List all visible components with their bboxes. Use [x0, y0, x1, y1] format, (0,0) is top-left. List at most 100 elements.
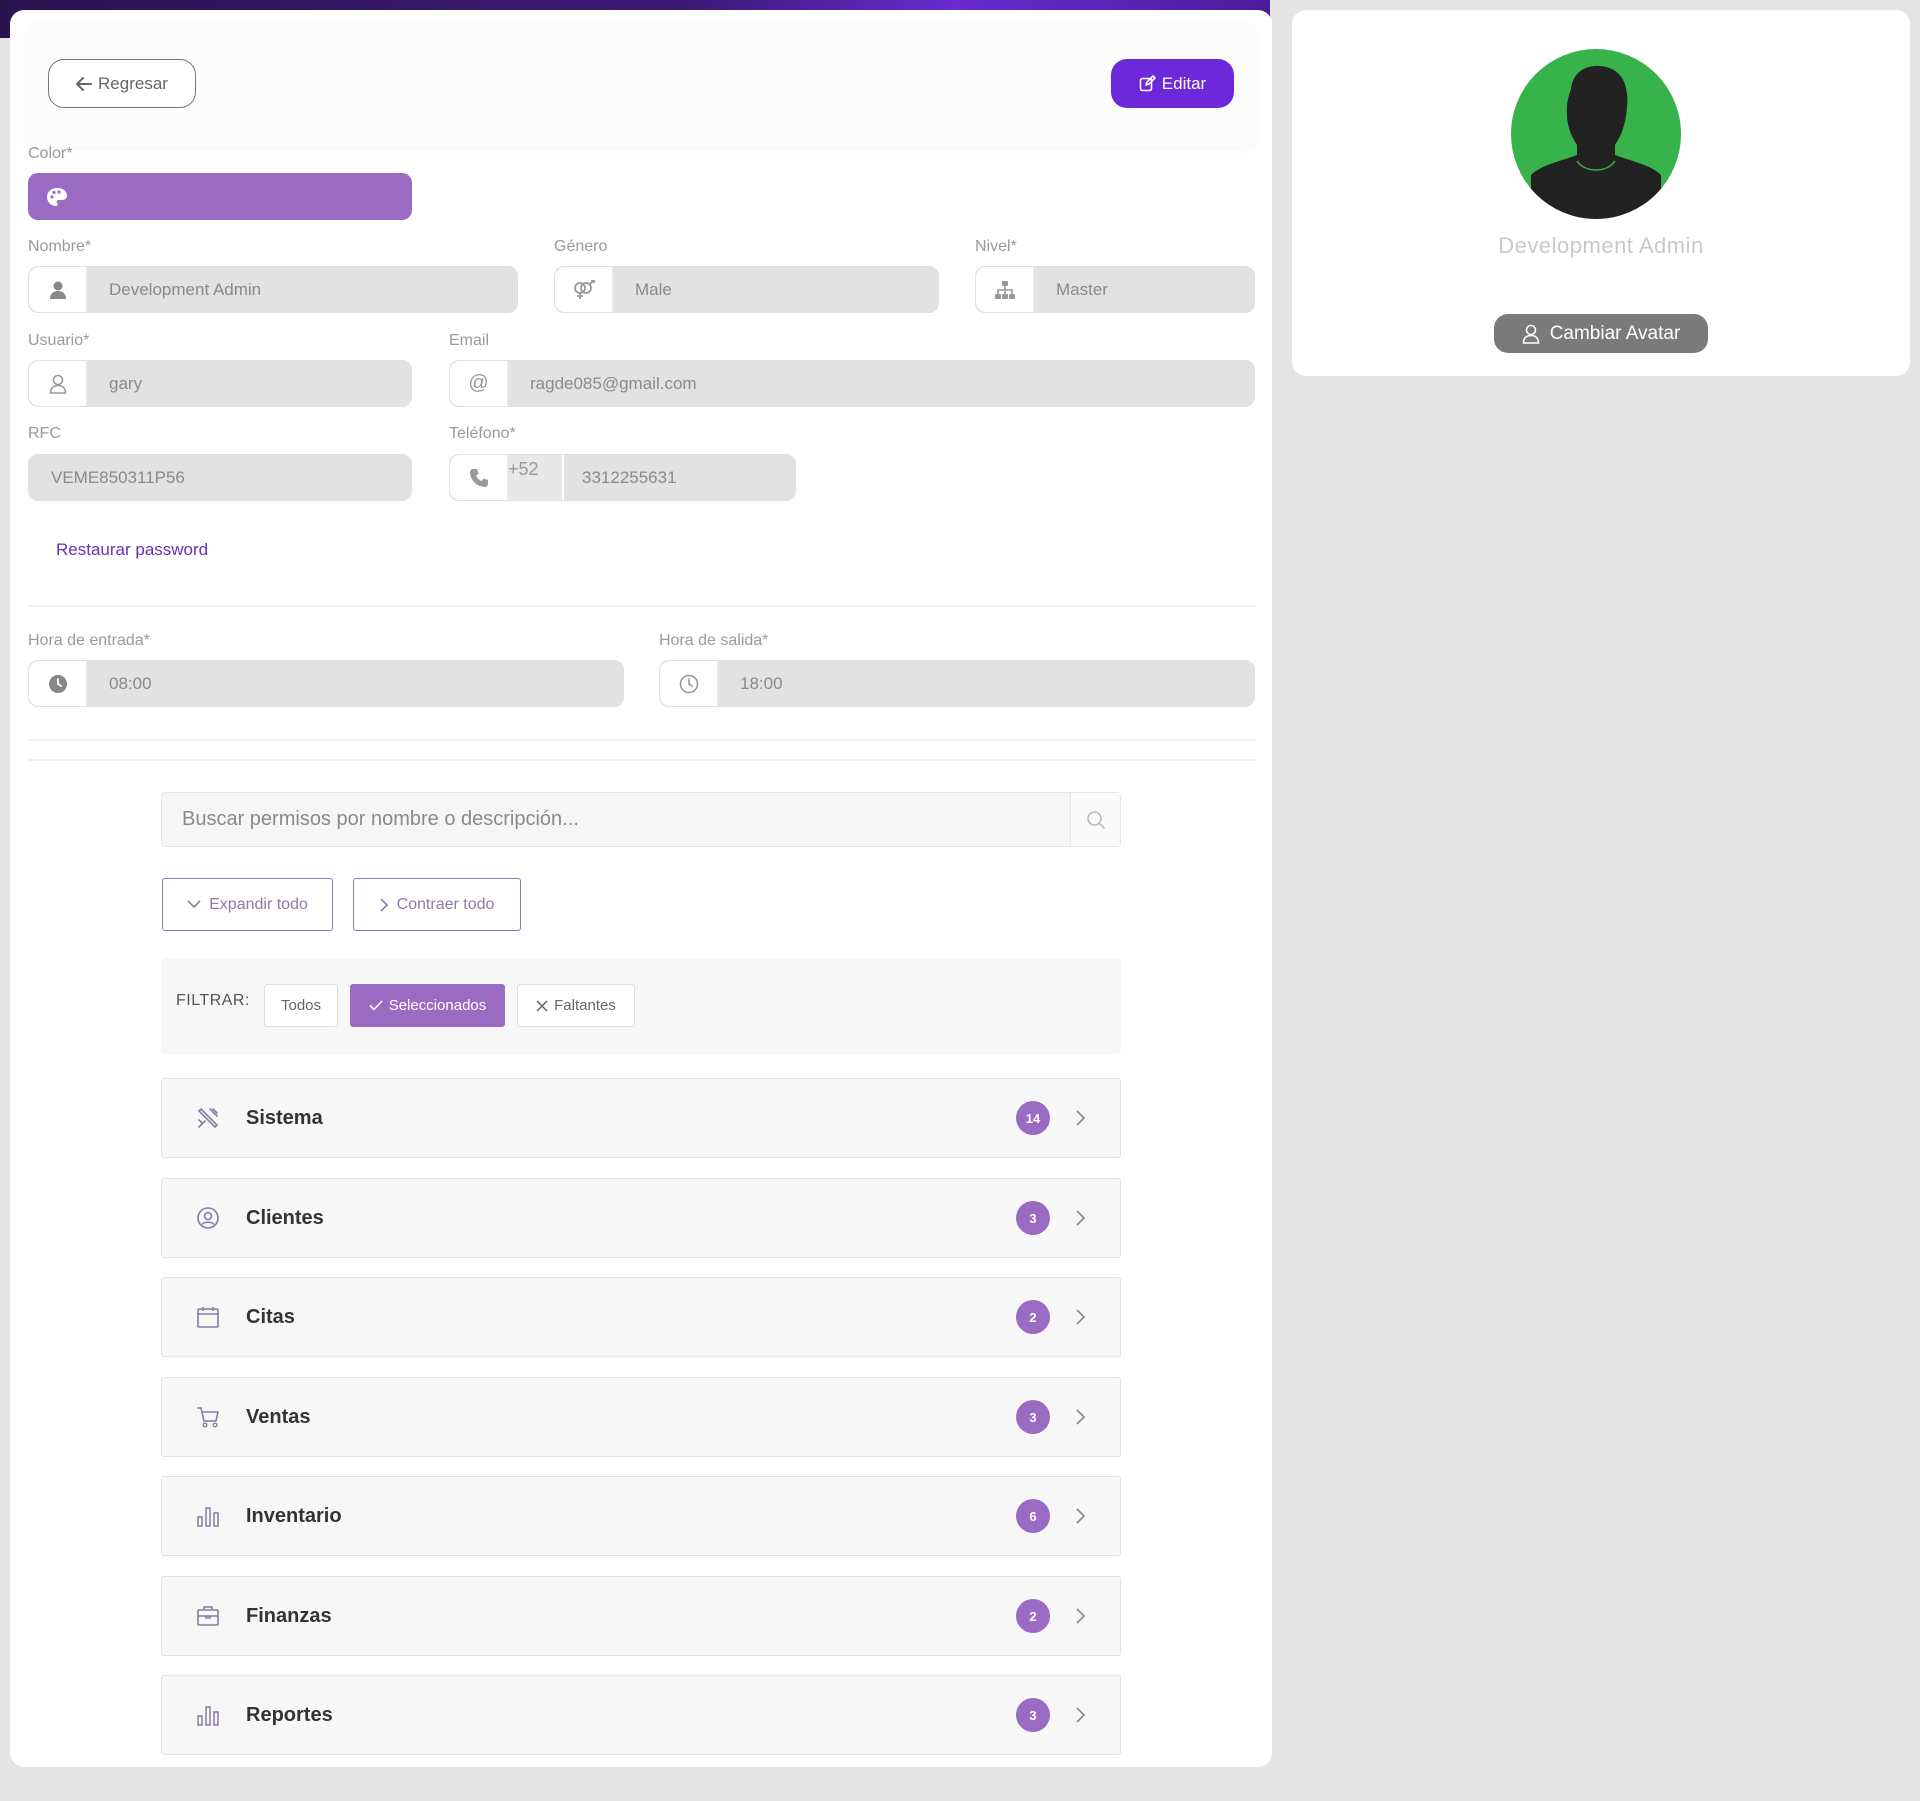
bar-chart-icon — [197, 1706, 219, 1726]
usuario-label: Usuario* — [28, 332, 90, 349]
chevron-right-icon — [380, 897, 388, 912]
user-outline-icon — [1522, 324, 1539, 344]
telefono-label: Teléfono* — [449, 425, 516, 442]
permission-group-clientes[interactable]: Clientes 3 — [161, 1178, 1121, 1258]
form-header — [26, 22, 1256, 146]
briefcase-icon — [197, 1606, 219, 1626]
filter-all-label: Todos — [280, 997, 322, 1014]
at-icon: @ — [468, 372, 489, 394]
permission-group-citas[interactable]: Citas 2 — [161, 1277, 1121, 1357]
telefono-field[interactable]: +52 3312255631 — [449, 454, 796, 501]
nivel-value: Master — [1056, 279, 1108, 299]
group-count-badge: 6 — [1016, 1499, 1050, 1533]
search-input[interactable]: Buscar permisos por nombre o descripción… — [162, 808, 1070, 831]
group-count-badge: 3 — [1016, 1400, 1050, 1434]
hora-salida-value: 18:00 — [740, 673, 783, 693]
palette-icon — [47, 187, 67, 206]
filter-missing-button[interactable]: Faltantes — [517, 984, 635, 1027]
bar-chart-icon — [197, 1507, 219, 1527]
chevron-right-icon — [1076, 1409, 1086, 1425]
filter-all-button[interactable]: Todos — [264, 984, 338, 1027]
hora-salida-field[interactable]: 18:00 — [659, 660, 1255, 707]
hora-entrada-field[interactable]: 08:00 — [28, 660, 624, 707]
genero-value: Male — [635, 279, 672, 299]
divider — [28, 739, 1256, 741]
edit-button[interactable]: Editar — [1111, 59, 1234, 108]
filter-selected-label: Seleccionados — [388, 997, 487, 1014]
chevron-right-icon — [1076, 1210, 1086, 1226]
telefono-value: 3312255631 — [582, 467, 677, 487]
group-count-badge: 3 — [1016, 1201, 1050, 1235]
filter-label: FILTRAR: — [176, 992, 250, 1009]
group-count-badge: 2 — [1016, 1300, 1050, 1334]
genero-field[interactable]: Male — [554, 266, 939, 313]
nombre-label: Nombre* — [28, 238, 92, 255]
check-icon — [369, 1000, 383, 1011]
permission-group-sistema[interactable]: Sistema 14 — [161, 1078, 1121, 1158]
group-name: Finanzas — [246, 1604, 332, 1627]
group-name: Sistema — [246, 1106, 323, 1129]
profile-name: Development Admin — [1498, 233, 1704, 258]
color-picker[interactable] — [28, 173, 412, 220]
hora-entrada-value: 08:00 — [109, 673, 152, 693]
nombre-field[interactable]: Development Admin — [28, 266, 518, 313]
hora-salida-label: Hora de salida* — [659, 632, 769, 649]
divider — [28, 759, 1256, 761]
close-icon — [536, 999, 548, 1012]
chevron-right-icon — [1076, 1508, 1086, 1524]
expand-all-button[interactable]: Expandir todo — [162, 878, 333, 931]
filter-missing-label: Faltantes — [554, 997, 616, 1014]
rfc-label: RFC — [28, 425, 61, 442]
user-outline-icon — [49, 374, 66, 394]
permission-group-reportes[interactable]: Reportes 3 — [161, 1675, 1121, 1755]
permission-group-inventario[interactable]: Inventario 6 — [161, 1476, 1121, 1556]
back-button[interactable]: Regresar — [48, 59, 196, 108]
usuario-field[interactable]: gary — [28, 360, 412, 407]
filter-selected-button[interactable]: Seleccionados — [350, 984, 505, 1027]
back-button-label: Regresar — [98, 73, 168, 93]
group-count-badge: 14 — [1016, 1101, 1050, 1135]
permission-group-ventas[interactable]: Ventas 3 — [161, 1377, 1121, 1457]
search-icon — [1086, 810, 1105, 829]
phone-icon — [469, 468, 488, 487]
search-button[interactable] — [1070, 793, 1120, 846]
user-circle-icon — [197, 1207, 219, 1229]
rfc-value: VEME850311P56 — [51, 467, 185, 487]
chevron-right-icon — [1076, 1707, 1086, 1723]
tools-icon — [197, 1107, 219, 1129]
group-name: Clientes — [246, 1206, 324, 1229]
group-name: Citas — [246, 1305, 295, 1328]
edit-icon — [1139, 75, 1156, 92]
user-silhouette-icon — [1531, 65, 1661, 219]
reset-password-link[interactable]: Restaurar password — [56, 540, 208, 560]
permission-group-finanzas[interactable]: Finanzas 2 — [161, 1576, 1121, 1656]
group-count-badge: 2 — [1016, 1599, 1050, 1633]
chevron-down-icon — [187, 900, 201, 909]
avatar — [1511, 49, 1681, 219]
cart-icon — [197, 1407, 219, 1428]
nivel-label: Nivel* — [975, 238, 1017, 255]
chevron-right-icon — [1076, 1309, 1086, 1325]
chevron-right-icon — [1076, 1110, 1086, 1126]
gender-icon — [573, 279, 595, 299]
rfc-field[interactable]: VEME850311P56 — [28, 454, 412, 501]
collapse-all-label: Contraer todo — [396, 895, 495, 913]
clock-filled-icon — [48, 674, 67, 693]
group-name: Reportes — [246, 1703, 333, 1726]
user-icon — [49, 281, 66, 299]
collapse-all-button[interactable]: Contraer todo — [353, 878, 521, 931]
change-avatar-button[interactable]: Cambiar Avatar — [1494, 314, 1708, 353]
change-avatar-label: Cambiar Avatar — [1549, 322, 1681, 344]
calendar-icon — [197, 1307, 219, 1328]
nombre-value: Development Admin — [109, 279, 262, 299]
email-field[interactable]: @ ragde085@gmail.com — [449, 360, 1255, 407]
group-name: Ventas — [246, 1405, 311, 1428]
color-label: Color* — [28, 145, 73, 162]
group-count-badge: 3 — [1016, 1698, 1050, 1732]
chevron-right-icon — [1076, 1608, 1086, 1624]
nivel-field[interactable]: Master — [975, 266, 1255, 313]
permissions-search[interactable]: Buscar permisos por nombre o descripción… — [161, 792, 1121, 847]
divider — [28, 605, 1256, 607]
expand-all-label: Expandir todo — [209, 895, 308, 913]
hierarchy-icon — [994, 280, 1015, 299]
